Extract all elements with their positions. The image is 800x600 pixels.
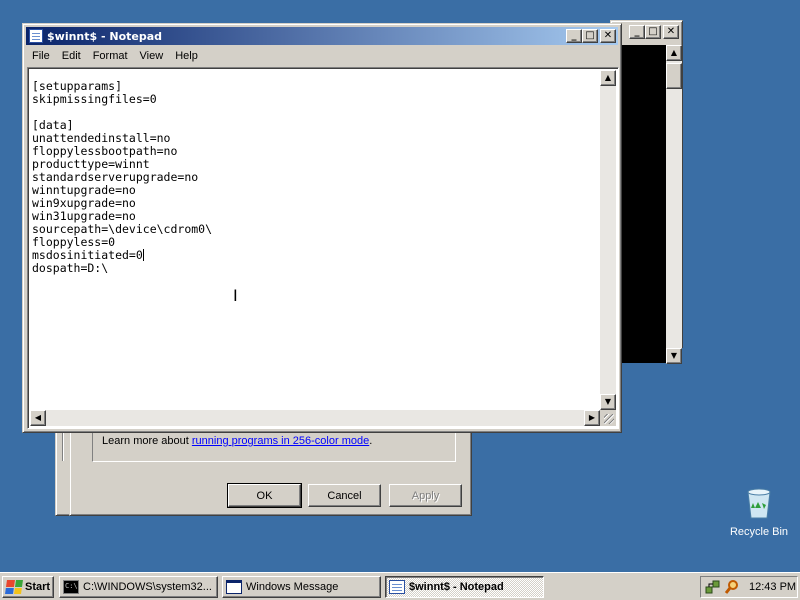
start-label: Start bbox=[25, 581, 51, 593]
menu-bar: File Edit Format View Help bbox=[26, 46, 618, 65]
network-icon[interactable] bbox=[705, 579, 721, 595]
command-prompt-icon: C:\ bbox=[63, 580, 79, 594]
menu-help[interactable]: Help bbox=[169, 50, 204, 62]
search-magnifier-icon[interactable] bbox=[724, 579, 740, 595]
vertical-scrollbar[interactable]: ▲ ▼ bbox=[666, 45, 682, 364]
editor-line[interactable]: skipmissingfiles=0 bbox=[32, 93, 212, 106]
scroll-thumb[interactable] bbox=[666, 63, 682, 89]
scroll-up-arrow-icon[interactable]: ▲ bbox=[666, 45, 682, 61]
maximize-button[interactable]: □ bbox=[645, 25, 661, 39]
menu-view[interactable]: View bbox=[134, 50, 170, 62]
ibeam-cursor-icon: I bbox=[233, 286, 238, 305]
windows-logo-icon bbox=[5, 580, 23, 594]
back-window-controls: _ □ ✕ bbox=[629, 25, 679, 39]
window-icon bbox=[226, 580, 242, 594]
scroll-right-arrow-icon[interactable]: ▶ bbox=[584, 410, 600, 426]
size-grip[interactable] bbox=[600, 410, 616, 426]
close-button[interactable]: ✕ bbox=[600, 29, 616, 43]
text-editor[interactable]: [setupparams] skipmissingfiles=0 [data] un… bbox=[27, 67, 619, 429]
taskbar-button-notepad[interactable]: $winnt$ - Notepad bbox=[385, 576, 544, 598]
scroll-up-arrow-icon[interactable]: ▲ bbox=[600, 70, 616, 86]
close-button[interactable]: ✕ bbox=[663, 25, 679, 39]
task-label: Windows Message bbox=[246, 581, 339, 593]
maximize-button[interactable]: □ bbox=[582, 29, 598, 43]
taskbar: Start C:\ C:\WINDOWS\system32... Windows… bbox=[0, 572, 800, 600]
notepad-titlebar[interactable]: $winnt$ - Notepad _ □ ✕ bbox=[26, 27, 618, 45]
cancel-button[interactable]: Cancel bbox=[308, 484, 381, 507]
menu-edit[interactable]: Edit bbox=[56, 50, 87, 62]
learn-more-text: Learn more about running programs in 256… bbox=[102, 435, 373, 447]
running-256-color-link[interactable]: running programs in 256-color mode bbox=[192, 435, 369, 447]
task-label: C:\WINDOWS\system32... bbox=[83, 581, 212, 593]
window-title: $winnt$ - Notepad bbox=[47, 29, 163, 43]
system-tray: 12:43 PM bbox=[700, 576, 798, 598]
minimize-button[interactable]: _ bbox=[629, 25, 645, 39]
taskbar-button-cmd[interactable]: C:\ C:\WINDOWS\system32... bbox=[59, 576, 218, 598]
menu-format[interactable]: Format bbox=[87, 50, 134, 62]
horizontal-scrollbar[interactable]: ◀ ▶ bbox=[30, 410, 600, 426]
clock[interactable]: 12:43 PM bbox=[749, 581, 796, 593]
recycle-bin-label: Recycle Bin bbox=[729, 526, 789, 538]
notepad-icon bbox=[389, 580, 405, 594]
window-controls: _ □ ✕ bbox=[566, 29, 616, 43]
minimize-button[interactable]: _ bbox=[566, 29, 582, 43]
recycle-bin[interactable]: Recycle Bin bbox=[727, 486, 791, 538]
menu-file[interactable]: File bbox=[26, 50, 56, 62]
scroll-down-arrow-icon[interactable]: ▼ bbox=[666, 348, 682, 364]
vertical-scrollbar[interactable]: ▲ ▼ bbox=[600, 70, 616, 410]
notepad-window[interactable]: $winnt$ - Notepad _ □ ✕ File Edit Format… bbox=[22, 23, 622, 433]
taskbar-button-message[interactable]: Windows Message bbox=[222, 576, 381, 598]
notepad-icon bbox=[29, 29, 43, 43]
start-button[interactable]: Start bbox=[2, 576, 54, 598]
scroll-left-arrow-icon[interactable]: ◀ bbox=[30, 410, 46, 426]
editor-line[interactable]: dospath=D:\ bbox=[32, 262, 212, 275]
recycle-bin-icon bbox=[747, 488, 771, 519]
scroll-down-arrow-icon[interactable]: ▼ bbox=[600, 394, 616, 410]
text-caret bbox=[142, 249, 144, 261]
editor-content[interactable]: [setupparams] skipmissingfiles=0 [data] un… bbox=[32, 80, 212, 275]
apply-button[interactable]: Apply bbox=[389, 484, 462, 507]
task-label: $winnt$ - Notepad bbox=[409, 581, 504, 593]
ok-button[interactable]: OK bbox=[227, 483, 302, 508]
